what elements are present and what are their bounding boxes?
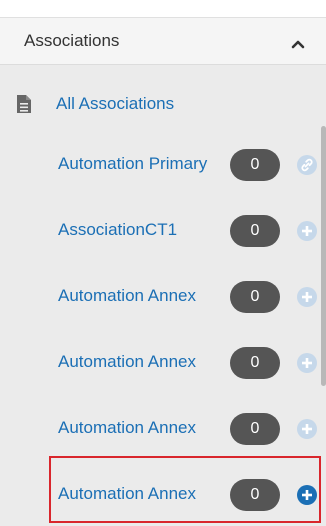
association-row: Automation Annex 0 xyxy=(0,343,326,383)
count-badge: 0 xyxy=(230,281,280,313)
add-icon xyxy=(297,419,317,439)
association-link[interactable]: AssociationCT1 xyxy=(58,220,222,240)
panel-title: Associations xyxy=(24,31,120,50)
document-icon xyxy=(16,94,32,119)
add-association-button[interactable] xyxy=(297,287,317,307)
associations-panel-header[interactable]: Associations xyxy=(0,17,326,65)
add-association-button[interactable] xyxy=(297,221,317,241)
add-association-button[interactable] xyxy=(297,419,317,439)
collapse-button[interactable] xyxy=(286,32,310,56)
chevron-up-icon xyxy=(291,40,305,49)
association-row: Automation Annex 0 xyxy=(0,409,326,449)
association-row: AssociationCT1 0 xyxy=(0,211,326,251)
add-icon xyxy=(297,221,317,241)
count-badge: 0 xyxy=(230,215,280,247)
count-badge: 0 xyxy=(230,413,280,445)
association-link[interactable]: Automation Annex xyxy=(58,286,222,306)
add-association-button[interactable] xyxy=(297,353,317,373)
all-associations-link[interactable]: All Associations xyxy=(56,94,174,114)
count-badge: 0 xyxy=(230,347,280,379)
all-associations-item[interactable]: All Associations xyxy=(0,87,310,123)
association-row: Automation Primary 0 xyxy=(0,145,326,185)
association-link-button[interactable] xyxy=(297,155,317,175)
add-icon xyxy=(297,287,317,307)
association-link[interactable]: Automation Primary xyxy=(58,154,222,174)
top-strip xyxy=(0,0,326,17)
association-row: Automation Annex 0 xyxy=(0,277,326,317)
count-badge: 0 xyxy=(230,149,280,181)
association-link[interactable]: Automation Annex xyxy=(58,352,222,372)
highlight-box xyxy=(49,456,321,523)
association-link[interactable]: Automation Annex xyxy=(58,418,222,438)
add-icon xyxy=(297,353,317,373)
link-icon xyxy=(297,155,317,175)
